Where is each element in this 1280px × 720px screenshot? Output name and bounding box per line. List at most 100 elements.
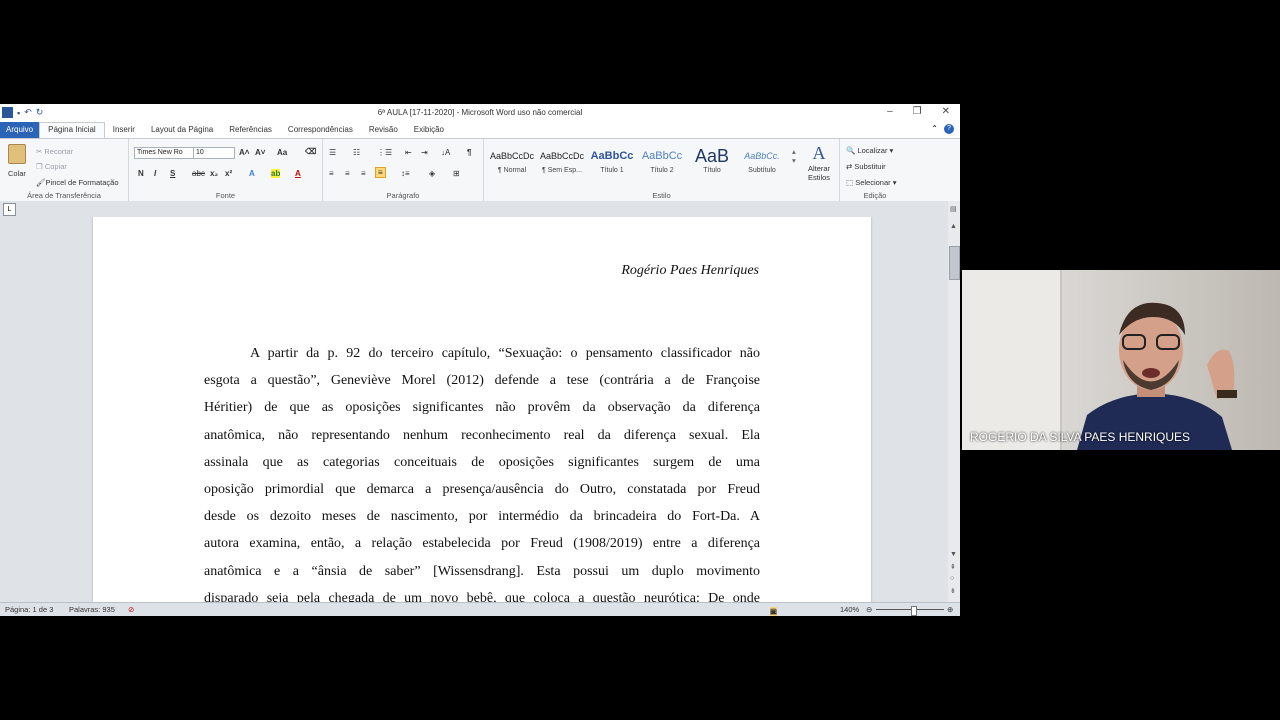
word-count[interactable]: Palavras: 935 [69, 605, 115, 614]
restore-icon[interactable]: ❐ [913, 106, 922, 117]
tab-arquivo[interactable]: Arquivo [0, 122, 40, 138]
tab-referencias[interactable]: Referências [221, 122, 280, 138]
help-icon[interactable]: ? [944, 124, 954, 134]
style-preview: AaBbCcDc [489, 151, 534, 161]
document-area: Rogério Paes Henriques A partir da p. 92… [0, 217, 948, 602]
page-count[interactable]: Página: 1 de 3 [5, 605, 53, 614]
zoom-level[interactable]: 140% [840, 605, 859, 614]
browse-object-icon[interactable]: ○ [950, 575, 954, 582]
grow-font-icon[interactable]: A˄ [239, 148, 249, 157]
line-spacing-icon[interactable]: ↕≡ [401, 169, 410, 178]
style-titulo[interactable]: AaB Título [688, 145, 736, 181]
style-titulo-1[interactable]: AaBbCc Título 1 [588, 145, 636, 181]
tab-selector-icon[interactable]: L [3, 203, 16, 216]
copy-button[interactable]: ❐ Copiar [36, 162, 67, 171]
clear-format-icon[interactable]: ⌫ [305, 147, 316, 156]
select-icon: ⬚ [846, 178, 854, 187]
align-center-icon[interactable]: ≡ [345, 169, 350, 178]
vertical-scrollbar[interactable]: ▤ ▲ ▼ ⇞ ○ ⇟ [948, 201, 960, 602]
paste-icon[interactable] [8, 144, 26, 164]
select-button[interactable]: ⬚ Selecionar ▾ [846, 178, 897, 187]
minimize-icon[interactable]: – [887, 106, 893, 117]
doc-line: desde os dezoito meses de nascimento, po… [204, 509, 760, 525]
shrink-font-icon[interactable]: A˅ [255, 148, 265, 157]
format-painter-button[interactable]: 🖌Pincel de Formatação [36, 178, 118, 187]
bold-icon[interactable]: N [138, 169, 144, 178]
increase-indent-icon[interactable]: ⇥ [421, 148, 428, 157]
borders-icon[interactable]: ⊞ [453, 169, 460, 178]
presenter-image [1077, 302, 1237, 450]
collapse-ribbon-icon[interactable]: ⌃ [931, 124, 938, 134]
tab-exibicao[interactable]: Exibição [406, 122, 452, 138]
text-effects-icon[interactable]: A [249, 169, 255, 178]
clipboard-group: Colar ✂ Recortar ❐ Copiar 🖌Pincel de For… [0, 139, 129, 201]
zoom-out-icon[interactable]: ⊖ [866, 605, 872, 614]
styles-group: AaBbCcDc ¶ Normal AaBbCcDc ¶ Sem Esp... Aa… [484, 139, 840, 201]
decrease-indent-icon[interactable]: ⇤ [405, 148, 412, 157]
font-color-icon[interactable]: A [295, 169, 301, 178]
pilcrow-icon[interactable]: ¶ [467, 148, 471, 157]
styles-scroll-icon[interactable]: ▴ ▾ [792, 147, 796, 165]
style-preview: AaBbCcDc [539, 151, 584, 161]
paragraph-group: ☰ ☷ ⋮☰ ⇤ ⇥ ↓A ¶ ≡ ≡ ≡ ≡ ↕≡ ◈ ⊞ Parágrafo [323, 139, 484, 201]
align-right-icon[interactable]: ≡ [361, 169, 366, 178]
doc-line: oposição primordial que demarca a presen… [204, 481, 760, 497]
zoom-slider-thumb[interactable] [911, 606, 917, 616]
style-preview: AaBbCc. [744, 151, 780, 161]
style-normal[interactable]: AaBbCcDc ¶ Normal [488, 145, 536, 181]
webcam-video: ROGERIO DA SILVA PAES HENRIQUES [962, 270, 1280, 450]
highlight-icon[interactable]: ab [271, 169, 281, 178]
tab-correspondencias[interactable]: Correspondências [280, 122, 361, 138]
italic-icon[interactable]: I [154, 169, 156, 178]
multilevel-icon[interactable]: ⋮☰ [377, 148, 392, 157]
style-titulo-2[interactable]: AaBbCc Título 2 [638, 145, 686, 181]
tab-revisao[interactable]: Revisão [361, 122, 406, 138]
scroll-thumb[interactable] [949, 246, 960, 280]
replace-button[interactable]: ⇄ Substituir [846, 162, 886, 171]
sort-icon[interactable]: ↓A [441, 148, 450, 157]
style-preview: AaBbCc [641, 150, 683, 162]
ribbon: Colar ✂ Recortar ❐ Copiar 🖌Pincel de For… [0, 138, 960, 202]
status-bar: Página: 1 de 3 Palavras: 935 ⊘ ▣ ▭ ▭ ☰ ≣… [0, 602, 960, 616]
window-controls: – ❐ ✕ [887, 106, 950, 117]
strikethrough-icon[interactable]: abc [192, 169, 205, 178]
close-icon[interactable]: ✕ [942, 106, 950, 117]
find-button[interactable]: 🔍 Localizar ▾ [846, 146, 893, 155]
styles-label: Estilo [652, 191, 671, 200]
numbering-icon[interactable]: ☷ [353, 148, 360, 157]
proofing-icon[interactable]: ⊘ [128, 605, 134, 614]
underline-icon[interactable]: S [170, 169, 175, 178]
draft-icon[interactable]: ≣ [770, 607, 776, 616]
style-sem-espacamento[interactable]: AaBbCcDc ¶ Sem Esp... [538, 145, 586, 181]
ribbon-tabs: Arquivo Página Inicial Inserir Layout da… [0, 121, 960, 139]
shading-icon[interactable]: ◈ [429, 169, 435, 178]
paste-button[interactable]: Colar [8, 169, 26, 178]
font-name-select[interactable]: Times New Ro [134, 147, 194, 159]
cut-button[interactable]: ✂ Recortar [36, 147, 73, 156]
next-page-icon[interactable]: ⇟ [950, 587, 956, 595]
align-left-icon[interactable]: ≡ [329, 169, 334, 178]
scroll-down-icon[interactable]: ▼ [950, 551, 957, 558]
change-case-icon[interactable]: Aa [277, 148, 287, 157]
scroll-up-icon[interactable]: ▲ [950, 223, 957, 230]
font-size-select[interactable]: 10 [193, 147, 235, 159]
document-page[interactable]: Rogério Paes Henriques A partir da p. 92… [93, 217, 871, 602]
document-body[interactable]: A partir da p. 92 do terceiro capítulo, … [204, 340, 760, 602]
change-styles-button[interactable]: A Alterar Estilos [804, 143, 834, 182]
zoom-slider-track[interactable] [876, 609, 944, 610]
tab-layout[interactable]: Layout da Página [143, 122, 221, 138]
paragraph-label: Parágrafo [386, 191, 420, 200]
bullets-icon[interactable]: ☰ [329, 148, 336, 157]
doc-line: anatômica, não representando nenhum reco… [204, 427, 760, 443]
document-author: Rogério Paes Henriques [621, 263, 759, 278]
ruler-toggle-icon[interactable]: ▤ [950, 205, 957, 213]
justify-icon[interactable]: ≡ [375, 167, 386, 178]
style-subtitulo[interactable]: AaBbCc. Subtítulo [738, 145, 786, 181]
tab-inserir[interactable]: Inserir [105, 122, 143, 138]
zoom-in-icon[interactable]: ⊕ [947, 605, 953, 614]
tab-pagina-inicial[interactable]: Página Inicial [39, 121, 105, 139]
subscript-icon[interactable]: x₂ [210, 169, 218, 178]
superscript-icon[interactable]: x² [225, 169, 232, 178]
clipboard-label: Área de Transferência [27, 191, 101, 200]
prev-page-icon[interactable]: ⇞ [950, 563, 956, 571]
